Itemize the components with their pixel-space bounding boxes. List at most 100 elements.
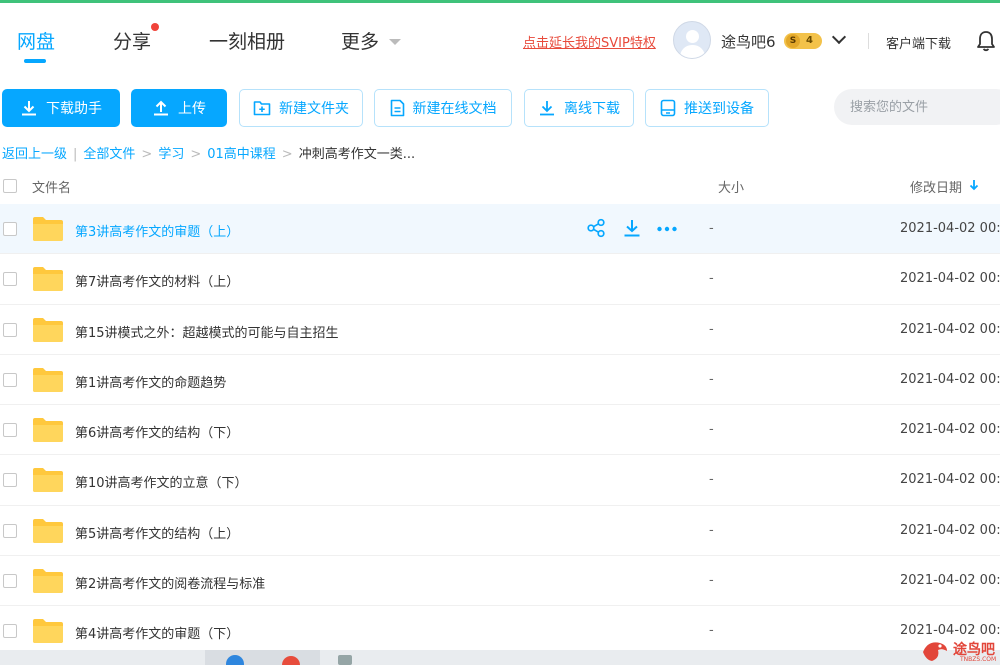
row-checkbox[interactable] xyxy=(3,523,17,538)
folder-icon xyxy=(33,569,63,594)
breadcrumb-current: 冲刺高考作文一类... xyxy=(298,147,416,162)
svip-level-badge: S 4 xyxy=(784,33,822,49)
file-name[interactable]: 第7讲高考作文的材料（上） xyxy=(75,271,239,290)
table-row[interactable]: 第6讲高考作文的结构（下） - 2021-04-02 00:0 xyxy=(0,405,1000,456)
caret-down-icon[interactable] xyxy=(389,39,401,45)
row-checkbox[interactable] xyxy=(3,574,17,589)
file-name[interactable]: 第5讲高考作文的结构（上） xyxy=(75,523,239,542)
table-row[interactable]: 第3讲高考作文的审题（上） - 2021-04-02 00:0 xyxy=(0,204,1000,255)
new-folder-button[interactable]: 新建文件夹 xyxy=(239,89,363,127)
share-icon[interactable] xyxy=(586,218,606,242)
download-helper-label: 下载助手 xyxy=(46,101,102,117)
upload-button[interactable]: 上传 xyxy=(131,89,227,127)
client-download-link[interactable]: 客户端下载 xyxy=(886,33,951,52)
download-helper-button[interactable]: 下载助手 xyxy=(2,89,120,127)
file-size: - xyxy=(709,472,714,488)
row-checkbox[interactable] xyxy=(3,322,17,337)
search-input[interactable] xyxy=(834,89,1000,125)
file-name[interactable]: 第1讲高考作文的命题趋势 xyxy=(75,372,226,391)
row-checkbox[interactable] xyxy=(3,423,17,438)
svip-level: 4 xyxy=(806,35,813,46)
offline-download-icon xyxy=(540,101,554,116)
notification-dot xyxy=(151,23,159,31)
file-name[interactable]: 第6讲高考作文的结构（下） xyxy=(75,422,239,441)
file-date: 2021-04-02 00:0 xyxy=(900,271,1000,287)
file-date: 2021-04-02 00:0 xyxy=(900,221,1000,236)
folder-icon xyxy=(33,418,63,443)
folder-icon xyxy=(33,518,63,543)
download-row-icon[interactable] xyxy=(622,218,642,242)
active-tab-indicator xyxy=(24,59,46,63)
device-icon xyxy=(660,99,676,117)
bell-icon[interactable] xyxy=(976,30,996,52)
file-size: - xyxy=(709,522,714,538)
breadcrumb-separator: > xyxy=(190,147,202,162)
offline-download-label: 离线下载 xyxy=(564,101,620,117)
table-row[interactable]: 第7讲高考作文的材料（上） - 2021-04-02 00:0 xyxy=(0,254,1000,305)
file-date: 2021-04-02 00:0 xyxy=(900,573,1000,589)
table-row[interactable]: 第15讲模式之外：超越模式的可能与自主招生 - 2021-04-02 00:0 xyxy=(0,305,1000,355)
row-checkbox[interactable] xyxy=(3,272,17,287)
breadcrumb: 返回上一级 | 全部文件 > 学习 >01高中课程 > 冲刺高考作文一类... xyxy=(2,143,415,162)
file-size: - xyxy=(709,221,714,236)
tab-album[interactable]: 一刻相册 xyxy=(209,27,285,54)
header-divider xyxy=(868,33,869,49)
file-date: 2021-04-02 00:0 xyxy=(900,371,1000,387)
folder-icon xyxy=(33,267,63,292)
column-header-size[interactable]: 大小 xyxy=(718,177,744,196)
file-size: - xyxy=(709,573,714,589)
select-all-checkbox[interactable] xyxy=(3,179,17,193)
file-date: 2021-04-02 00:0 xyxy=(900,321,1000,337)
upload-icon xyxy=(154,100,168,116)
breadcrumb-study[interactable]: 学习 xyxy=(158,147,184,162)
file-name[interactable]: 第15讲模式之外：超越模式的可能与自主招生 xyxy=(75,322,339,341)
chevron-down-icon[interactable] xyxy=(831,29,847,45)
row-actions xyxy=(586,218,686,240)
tab-more[interactable]: 更多 xyxy=(341,27,379,54)
bird-logo-icon xyxy=(923,642,947,661)
file-size: - xyxy=(709,422,714,438)
column-header-name[interactable]: 文件名 xyxy=(32,177,71,196)
file-size: - xyxy=(709,321,714,337)
tab-netdisk[interactable]: 网盘 xyxy=(17,27,55,54)
breadcrumb-highschool[interactable]: 01高中课程 xyxy=(207,147,276,162)
file-name[interactable]: 第2讲高考作文的阅卷流程与标准 xyxy=(75,573,265,592)
row-checkbox[interactable] xyxy=(3,222,17,236)
file-name[interactable]: 第4讲高考作文的审题（下） xyxy=(75,623,239,642)
more-dots-icon[interactable] xyxy=(656,218,678,242)
document-icon xyxy=(390,99,404,117)
file-name[interactable]: 第3讲高考作文的审题（上） xyxy=(75,221,239,240)
push-to-device-button[interactable]: 推送到设备 xyxy=(645,89,769,127)
file-name[interactable]: 第10讲高考作文的立意（下） xyxy=(75,472,248,491)
username[interactable]: 途鸟吧6 xyxy=(721,31,776,52)
tab-share[interactable]: 分享 xyxy=(113,27,151,54)
breadcrumb-separator: > xyxy=(141,147,153,162)
file-size: - xyxy=(709,371,714,387)
offline-download-button[interactable]: 离线下载 xyxy=(524,89,634,127)
new-folder-label: 新建文件夹 xyxy=(279,101,349,117)
download-icon xyxy=(22,101,36,116)
breadcrumb-back[interactable]: 返回上一级 xyxy=(2,147,67,162)
table-row[interactable]: 第5讲高考作文的结构（上） - 2021-04-02 00:0 xyxy=(0,506,1000,557)
svip-symbol: S xyxy=(786,34,800,48)
svip-renew-link[interactable]: 点击延长我的SVIP特权 xyxy=(523,32,656,51)
taskbar xyxy=(0,650,1000,665)
upload-label: 上传 xyxy=(178,101,206,117)
breadcrumb-all-files[interactable]: 全部文件 xyxy=(83,147,135,162)
row-checkbox[interactable] xyxy=(3,473,17,488)
file-table-header: 文件名 大小 修改日期 xyxy=(0,170,1000,204)
file-date: 2021-04-02 00:0 xyxy=(900,472,1000,488)
table-row[interactable]: 第2讲高考作文的阅卷流程与标准 - 2021-04-02 00:0 xyxy=(0,556,1000,607)
new-online-doc-label: 新建在线文档 xyxy=(412,101,497,117)
table-row[interactable]: 第1讲高考作文的命题趋势 - 2021-04-02 00:0 xyxy=(0,355,1000,406)
taskbar-icons xyxy=(226,655,300,665)
sort-down-arrow-icon[interactable] xyxy=(969,179,979,191)
row-checkbox[interactable] xyxy=(3,372,17,387)
taskbar-app-icon[interactable] xyxy=(330,650,360,665)
column-header-date[interactable]: 修改日期 xyxy=(910,177,962,196)
new-online-doc-button[interactable]: 新建在线文档 xyxy=(374,89,512,127)
table-row[interactable]: 第10讲高考作文的立意（下） - 2021-04-02 00:0 xyxy=(0,455,1000,506)
row-checkbox[interactable] xyxy=(3,624,17,639)
avatar[interactable] xyxy=(673,21,711,59)
file-list: 第3讲高考作文的审题（上） - 2021-04-02 00:0 第7讲高考作文的… xyxy=(0,204,1000,657)
